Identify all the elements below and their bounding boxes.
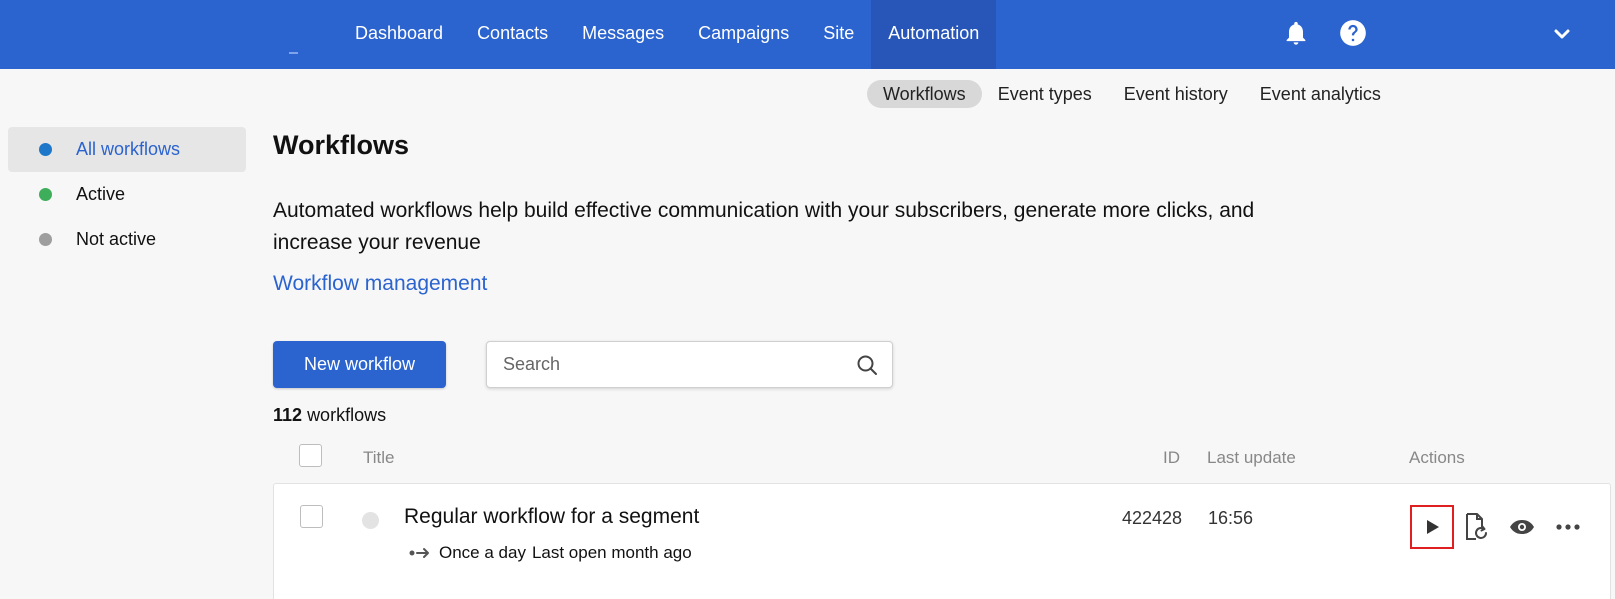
table-row[interactable]: Regular workflow for a segment Once a da… (273, 483, 1611, 599)
new-workflow-button[interactable]: New workflow (273, 341, 446, 388)
tab-event-history[interactable]: Event history (1108, 80, 1244, 108)
schedule-arrow-icon (409, 548, 429, 558)
column-header-title[interactable]: Title (363, 448, 395, 468)
nav-messages[interactable]: Messages (565, 0, 681, 69)
nav-automation[interactable]: Automation (871, 0, 997, 69)
workflow-schedule: Once a day Last open month ago (409, 543, 692, 563)
status-dot-icon (39, 143, 52, 156)
sidebar: All workflows Active Not active (8, 127, 246, 262)
sidebar-item-label: Not active (76, 229, 157, 249)
eye-icon (1510, 520, 1534, 534)
copy-workflow-button[interactable] (1455, 505, 1499, 549)
preview-workflow-button[interactable] (1500, 505, 1544, 549)
workflow-id: 422428 (1122, 508, 1183, 528)
chevron-down-icon[interactable] (1550, 22, 1574, 46)
page-description: Automated workflows help build effective… (273, 199, 1255, 254)
sidebar-item-all-workflows[interactable]: All workflows (8, 127, 246, 172)
select-all-checkbox[interactable] (299, 444, 322, 467)
main-nav: Dashboard Contacts Messages Campaigns Si… (338, 0, 997, 69)
sidebar-item-not-active[interactable]: Not active (8, 217, 246, 262)
nav-dashboard[interactable]: Dashboard (338, 0, 460, 69)
bell-icon[interactable] (1282, 19, 1310, 47)
search-box (486, 341, 893, 388)
workflow-title[interactable]: Regular workflow for a segment (404, 505, 699, 529)
nav-site[interactable]: Site (806, 0, 871, 69)
tab-workflows[interactable]: Workflows (867, 80, 982, 108)
help-icon[interactable] (1339, 19, 1367, 47)
sub-navigation: Workflows Event types Event history Even… (867, 80, 1397, 108)
start-workflow-button[interactable] (1410, 505, 1454, 549)
sidebar-item-active[interactable]: Active (8, 172, 246, 217)
workflow-last-update: 16:56 (1208, 508, 1254, 528)
search-icon[interactable] (855, 353, 879, 377)
nav-campaigns[interactable]: Campaigns (681, 0, 806, 69)
tab-event-analytics[interactable]: Event analytics (1244, 80, 1397, 108)
column-header-id[interactable]: ID (1163, 448, 1180, 468)
document-refresh-icon (1466, 513, 1487, 540)
schedule-frequency: Once a day (439, 543, 526, 562)
status-dot-icon (39, 233, 52, 246)
more-icon (1556, 524, 1580, 530)
logo[interactable] (289, 52, 298, 54)
page-title: Workflows (273, 130, 410, 160)
sidebar-item-label: Active (76, 184, 126, 204)
last-open: Last open month ago (531, 543, 692, 562)
workflow-count-label: workflows (307, 405, 387, 425)
status-dot-icon (39, 188, 52, 201)
workflow-management-link[interactable]: Workflow management (273, 272, 487, 296)
column-header-last-update[interactable]: Last update (1207, 448, 1296, 468)
more-actions-button[interactable] (1546, 505, 1590, 549)
status-indicator (362, 512, 379, 529)
search-input[interactable] (503, 342, 843, 387)
workflow-count-number: 112 (273, 405, 303, 425)
workflow-count: 112 workflows (273, 405, 386, 426)
nav-contacts[interactable]: Contacts (460, 0, 565, 69)
play-icon (1427, 520, 1439, 534)
column-header-actions: Actions (1409, 448, 1465, 467)
top-navigation-bar: Dashboard Contacts Messages Campaigns Si… (0, 0, 1615, 69)
row-checkbox[interactable] (300, 505, 323, 528)
sidebar-item-label: All workflows (76, 139, 181, 159)
tab-event-types[interactable]: Event types (982, 80, 1108, 108)
